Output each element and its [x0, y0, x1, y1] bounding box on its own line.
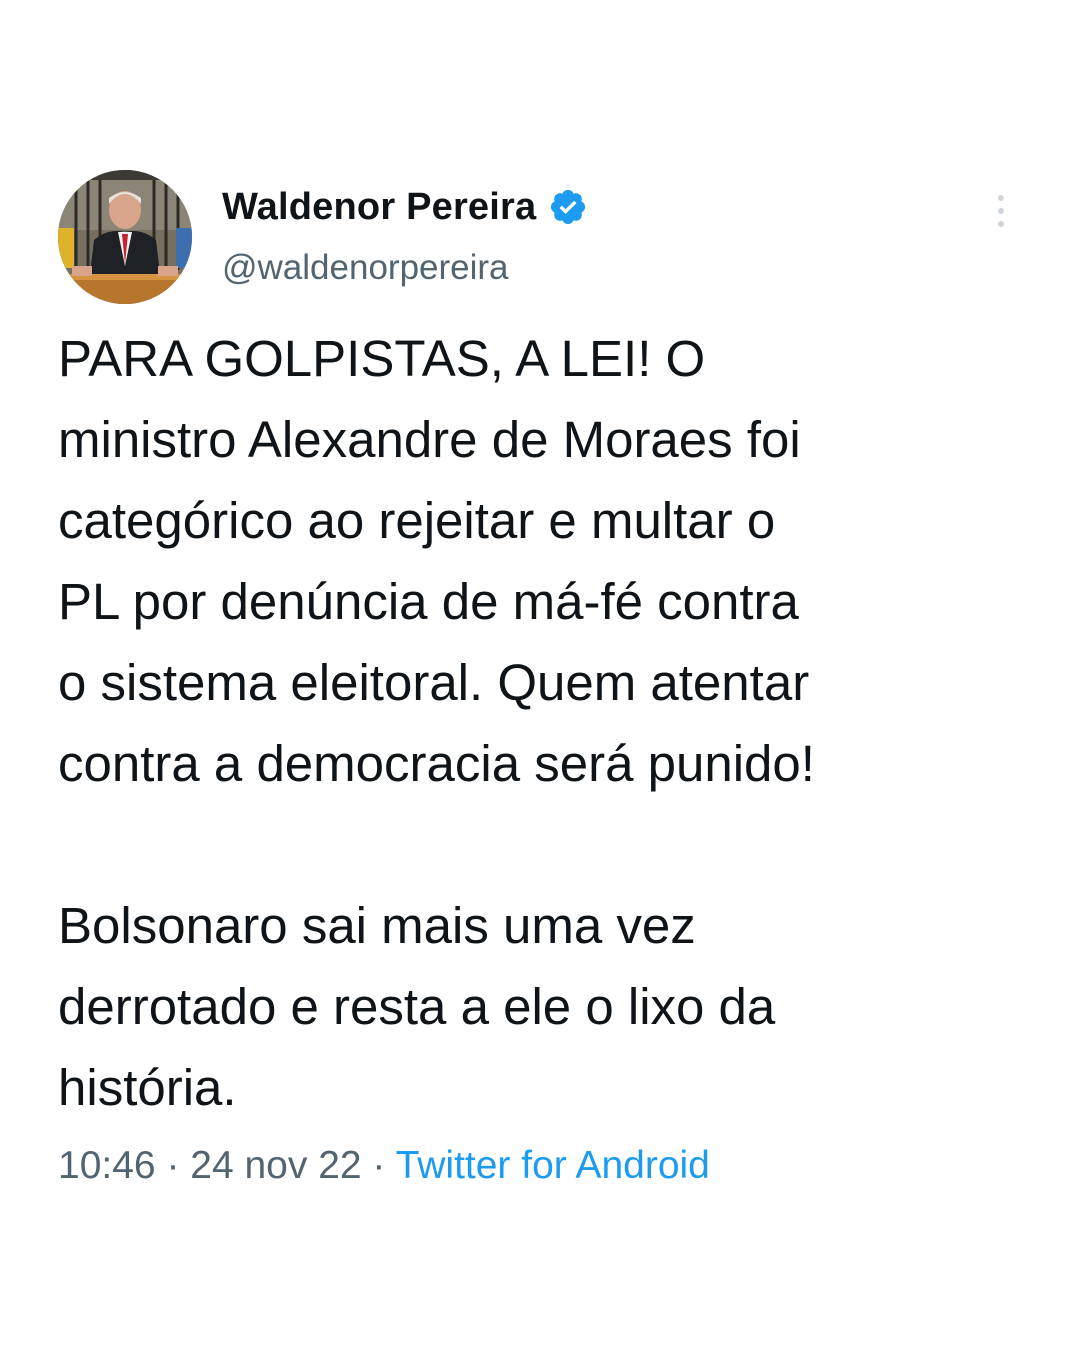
avatar[interactable]: [58, 170, 192, 304]
display-name-row[interactable]: Waldenor Pereira: [222, 184, 588, 230]
meta-separator: ·: [155, 1144, 191, 1187]
more-vertical-icon[interactable]: [994, 194, 1008, 228]
user-handle[interactable]: @waldenorpereira: [222, 248, 588, 288]
tweet-source-link[interactable]: Twitter for Android: [396, 1144, 710, 1187]
tweet-time[interactable]: 10:46: [58, 1144, 156, 1187]
verified-badge-icon: [548, 187, 588, 227]
meta-separator: ·: [361, 1144, 396, 1187]
avatar-photo: [58, 170, 192, 304]
author-names: Waldenor Pereira @waldenorpereira: [222, 184, 588, 288]
tweet-card: Waldenor Pereira @waldenorpereira PARA G…: [58, 168, 1018, 1196]
tweet-metadata: 10:46 · 24 nov 22 · Twitter for Android: [58, 1136, 1018, 1196]
tweet-date[interactable]: 24 nov 22: [190, 1144, 361, 1187]
tweet-text: PARA GOLPISTAS, A LEI! O ministro Alexan…: [58, 330, 815, 1116]
tweet-header: Waldenor Pereira @waldenorpereira: [58, 168, 1018, 308]
display-name[interactable]: Waldenor Pereira: [222, 186, 536, 229]
